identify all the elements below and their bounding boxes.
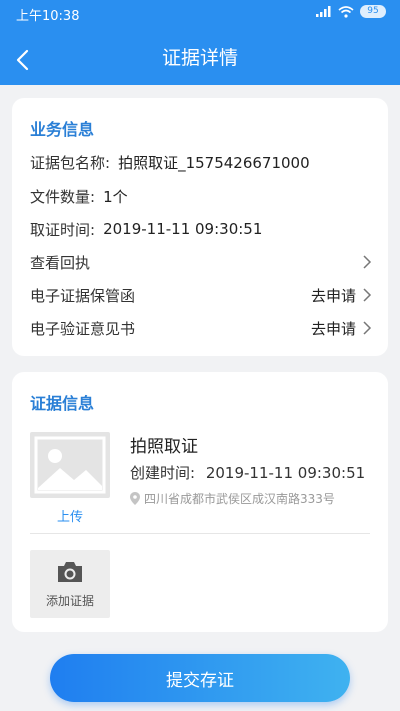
created-time-value: 2019-11-11 09:30:51 [205,464,366,482]
package-name-label: 证据包名称: [30,153,111,172]
camera-icon [58,562,82,582]
chevron-right-icon [363,288,372,302]
header-bar: 上午10:38 95 证据详情 [0,0,400,85]
file-count-row: 文件数量: 1个 [30,184,372,208]
battery-icon: 95 [360,5,386,18]
business-info-card: 业务信息 证据包名称: 拍照取证_1575426671000 文件数量: 1个 … [12,98,388,356]
file-count-value: 1个 [103,187,128,206]
signal-icon [316,6,331,17]
location-pin-icon [130,492,140,505]
divider [30,533,370,534]
add-evidence-label: 添加证据 [45,594,94,608]
section-title-evidence: 证据信息 [30,394,95,413]
custody-letter-label: 电子证据保管函 [30,286,136,305]
section-title-business: 业务信息 [30,120,95,139]
page-title: 证据详情 [161,47,238,69]
opinion-letter-label: 电子验证意见书 [30,319,136,338]
file-count-label: 文件数量: [30,187,96,206]
evidence-location: 四川省成都市武侯区成汉南路333号 [130,490,335,507]
chevron-right-icon [363,321,372,335]
submit-evidence-button[interactable]: 提交存证 [50,654,350,702]
wifi-icon [338,5,354,18]
collect-time-value: 2019-11-11 09:30:51 [103,220,263,238]
collect-time-row: 取证时间: 2019-11-11 09:30:51 [30,217,372,241]
view-receipt-row[interactable]: 查看回执 [30,250,372,274]
package-name-row: 证据包名称: 拍照取证_1575426671000 [30,150,372,174]
status-bar: 上午10:38 95 [0,0,400,26]
package-name-value: 拍照取证_1575426671000 [118,153,310,172]
custody-letter-apply-link[interactable]: 去申请 [311,285,356,306]
upload-link[interactable]: 上传 [30,506,110,525]
collect-time-label: 取证时间: [30,220,96,239]
evidence-thumbnail[interactable] [30,432,110,498]
view-receipt-label: 查看回执 [30,253,91,272]
evidence-title: 拍照取证 [130,437,198,457]
evidence-created-time: 创建时间: 2019-11-11 09:30:51 [130,462,365,483]
add-evidence-button[interactable]: 添加证据 [30,550,110,618]
opinion-letter-row[interactable]: 电子验证意见书 去申请 [30,316,372,340]
status-time: 上午10:38 [16,9,80,24]
chevron-right-icon [363,255,372,269]
created-time-label: 创建时间: [130,464,196,482]
status-icons: 95 [316,5,386,18]
image-placeholder-icon [34,436,106,494]
location-text: 四川省成都市武侯区成汉南路333号 [144,492,335,506]
evidence-info-card: 证据信息 上传 拍照取证 创建时间: 2019-11-11 09:30:51 四… [12,372,388,632]
opinion-letter-apply-link[interactable]: 去申请 [311,318,356,339]
custody-letter-row[interactable]: 电子证据保管函 去申请 [30,283,372,307]
